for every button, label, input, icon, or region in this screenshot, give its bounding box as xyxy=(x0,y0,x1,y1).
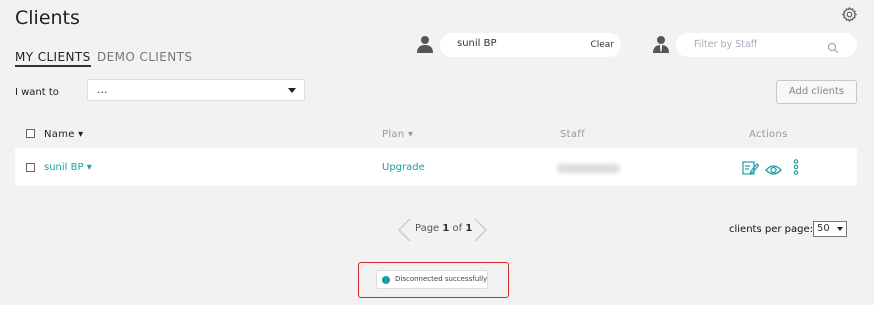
header-plan[interactable]: Plan ▾ xyxy=(382,129,413,140)
client-search-input[interactable]: sunil BP Clear xyxy=(440,33,621,57)
check-circle-icon xyxy=(382,276,390,284)
staff-value-redacted xyxy=(557,164,620,173)
per-page-select[interactable]: 50 xyxy=(813,221,847,237)
chevron-down-icon xyxy=(288,88,296,93)
toast-message: Disconnected successfully xyxy=(395,275,488,283)
client-name-link[interactable]: sunil BP ▾ xyxy=(44,162,92,173)
eye-icon[interactable] xyxy=(765,161,782,180)
header-actions: Actions xyxy=(749,129,788,140)
i-want-to-label: I want to xyxy=(15,87,59,98)
chevron-down-icon xyxy=(837,227,843,231)
user-icon xyxy=(417,35,433,53)
table-row: sunil BP ▾ Upgrade xyxy=(15,148,857,186)
more-vertical-icon[interactable] xyxy=(793,159,799,179)
search-value: sunil BP xyxy=(457,38,497,49)
add-clients-button[interactable]: Add clients xyxy=(776,80,857,104)
staff-filter-placeholder: Filter by Staff xyxy=(694,39,758,50)
select-all-checkbox[interactable] xyxy=(26,129,35,138)
tab-demo-clients[interactable]: DEMO CLIENTS xyxy=(97,50,192,64)
gear-icon[interactable] xyxy=(841,6,858,23)
tab-my-clients[interactable]: MY CLIENTS xyxy=(15,50,91,67)
page-indicator: Page 1 of 1 xyxy=(415,223,473,234)
action-select-value: ... xyxy=(97,83,108,96)
footer-band xyxy=(0,305,874,313)
staff-icon xyxy=(653,35,669,53)
per-page-label: clients per page: xyxy=(729,224,813,235)
per-page-value: 50 xyxy=(817,223,830,234)
header-staff: Staff xyxy=(560,129,585,140)
plan-upgrade-link[interactable]: Upgrade xyxy=(382,162,425,173)
clear-button[interactable]: Clear xyxy=(590,40,614,50)
edit-note-icon[interactable] xyxy=(742,160,760,179)
toast-notification: Disconnected successfully xyxy=(376,270,488,289)
page-title: Clients xyxy=(15,7,80,29)
staff-filter-input[interactable]: Filter by Staff xyxy=(676,33,857,57)
chevron-left-icon[interactable] xyxy=(397,218,413,242)
header-name[interactable]: Name ▾ xyxy=(44,129,84,140)
action-select[interactable]: ... xyxy=(87,79,305,101)
chevron-right-icon[interactable] xyxy=(472,218,488,242)
row-checkbox[interactable] xyxy=(26,163,35,172)
search-icon[interactable] xyxy=(827,39,839,54)
